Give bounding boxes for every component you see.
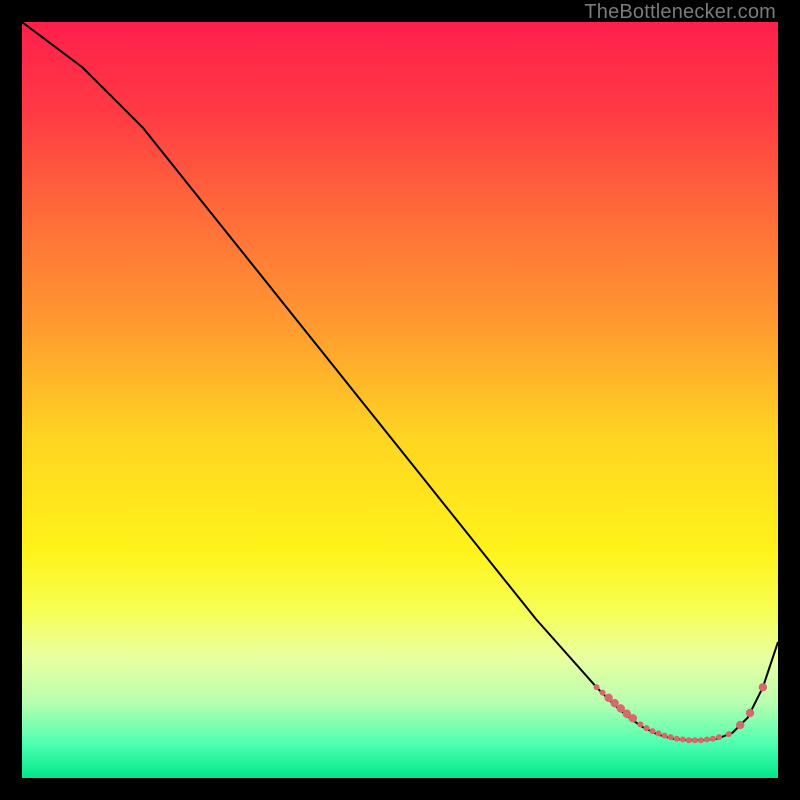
marker-dot (686, 737, 692, 743)
marker-dot (746, 709, 754, 717)
marker-dot (710, 736, 716, 742)
marker-dot (656, 730, 662, 736)
marker-dot (600, 690, 606, 696)
chart-svg (22, 22, 778, 778)
watermark-text: TheBottlenecker.com (584, 1, 776, 24)
marker-dot (662, 733, 668, 739)
marker-dot (698, 737, 704, 743)
marker-dot (680, 736, 686, 742)
chart-frame (22, 22, 778, 778)
marker-dot (594, 684, 600, 690)
marker-dot (629, 714, 637, 722)
marker-dot (759, 683, 767, 691)
marker-dot (692, 737, 698, 743)
marker-dot (650, 728, 656, 734)
marker-dot (674, 736, 680, 742)
marker-dot (637, 721, 643, 727)
marker-dot (704, 736, 710, 742)
marker-dot (668, 734, 674, 740)
marker-dot (643, 725, 649, 731)
marker-dot (716, 734, 722, 740)
marker-dot (726, 731, 732, 737)
marker-dot (736, 721, 744, 729)
gradient-background (22, 22, 778, 778)
